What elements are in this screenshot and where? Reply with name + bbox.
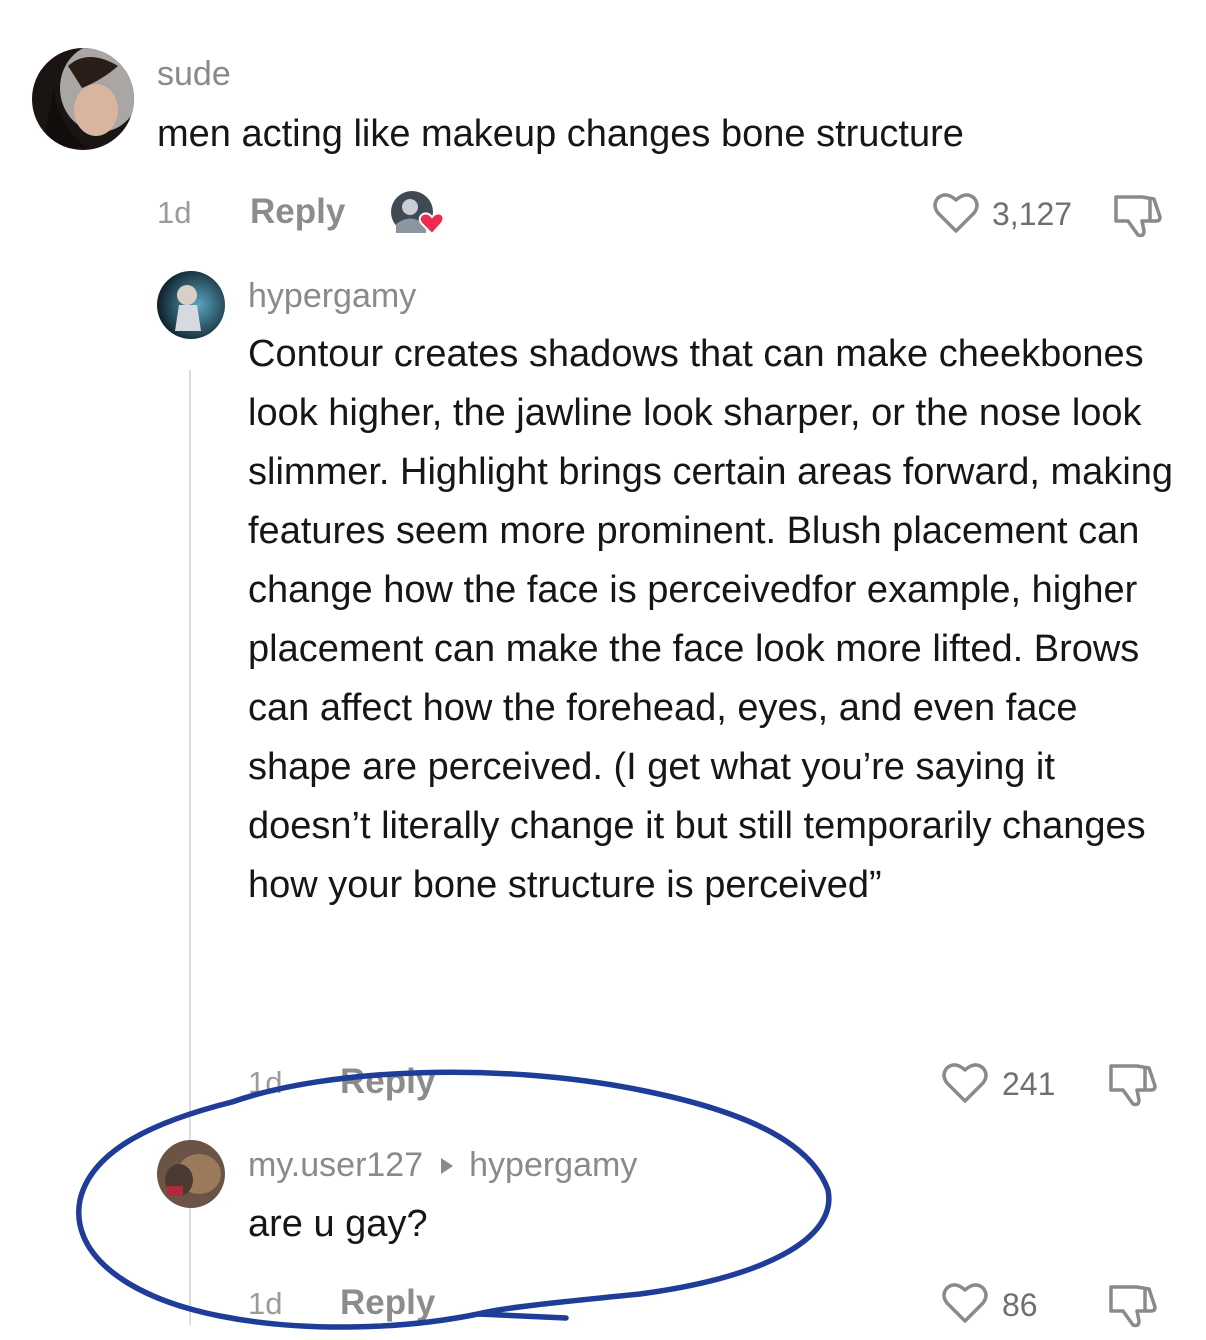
avatar[interactable] <box>157 271 225 339</box>
like-count: 241 <box>1002 1066 1056 1102</box>
thumbs-down-icon[interactable] <box>1107 1281 1159 1329</box>
like-count: 3,127 <box>992 196 1073 232</box>
avatar[interactable] <box>157 1140 225 1208</box>
comment-username[interactable]: hypergamy <box>248 276 416 316</box>
heart-outline-icon[interactable] <box>941 1061 989 1105</box>
comment-text: are u gay? <box>248 1203 428 1245</box>
reply-button[interactable]: Reply <box>340 1282 435 1324</box>
like-count: 86 <box>1002 1287 1038 1323</box>
comment-time: 1d <box>248 1065 283 1100</box>
reply-button[interactable]: Reply <box>250 191 345 233</box>
comment-time: 1d <box>157 195 192 230</box>
comment-username[interactable]: my.user127 <box>248 1146 423 1184</box>
thumbs-down-icon[interactable] <box>1107 1060 1159 1108</box>
creator-liked-icon <box>390 190 445 236</box>
comment-text: men acting like makeup changes bone stru… <box>157 113 964 155</box>
heart-outline-icon[interactable] <box>932 191 980 235</box>
reply-button[interactable]: Reply <box>340 1061 435 1103</box>
comment-text: Contour creates shadows that can make ch… <box>248 333 1174 906</box>
heart-outline-icon[interactable] <box>941 1281 989 1325</box>
reply-to-arrow-icon <box>441 1157 454 1174</box>
reply-to-username[interactable]: hypergamy <box>469 1146 637 1184</box>
thumbs-down-icon[interactable] <box>1112 191 1164 239</box>
comment-username[interactable]: sude <box>157 54 231 94</box>
avatar[interactable] <box>32 48 134 150</box>
comment-time: 1d <box>248 1286 283 1321</box>
reply-header: my.user127 hypergamy <box>248 1145 637 1185</box>
